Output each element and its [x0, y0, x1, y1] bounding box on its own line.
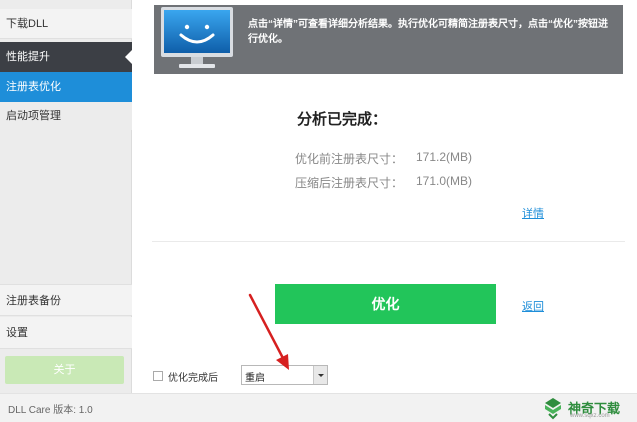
watermark-url: www.sqxz.com	[570, 413, 610, 419]
banner-message: 点击“详情”可查看详细分析结果。执行优化可精简注册表尺寸，点击“优化”按钮进行优…	[248, 19, 608, 45]
sidebar-item-label: 注册表备份	[6, 295, 61, 307]
sidebar-item-label: 设置	[6, 327, 28, 339]
red-annotation-arrow-icon	[248, 293, 289, 370]
info-banner: 点击“详情”可查看详细分析结果。执行优化可精简注册表尺寸，点击“优化”按钮进行优…	[154, 5, 623, 74]
watermark-logo-icon	[545, 398, 561, 420]
sidebar-item-registry-backup[interactable]: 注册表备份	[0, 284, 132, 316]
divider	[152, 241, 625, 242]
result-title: 分析已完成：	[297, 111, 388, 128]
sidebar-item-registry-optimize[interactable]: 注册表优化	[0, 72, 132, 102]
sidebar-item-label: 启动项管理	[6, 110, 61, 122]
pointer-arrow-icon	[125, 50, 132, 64]
after-optimize-checkbox[interactable]	[153, 371, 163, 381]
sidebar-item-startup-manager[interactable]: 启动项管理	[0, 102, 132, 130]
status-bar: DLL Care 版本: 1.0 神奇下载 www.sqxz.com	[0, 393, 637, 422]
sidebar-section-performance[interactable]: 性能提升	[0, 42, 132, 72]
checkbox-label: 优化完成后	[168, 373, 218, 384]
optimize-button[interactable]: 优化	[275, 284, 496, 324]
before-size-label: 优化前注册表尺寸：	[295, 152, 404, 166]
chevron-down-icon[interactable]	[313, 366, 327, 384]
about-button[interactable]: 关于	[5, 356, 124, 384]
after-size-label: 压缩后注册表尺寸：	[295, 176, 404, 190]
sidebar: 下载DLL 性能提升 注册表优化 启动项管理 注册表备份 设置 关于	[0, 0, 132, 393]
smiley-monitor-icon	[161, 7, 233, 68]
sidebar-item-label: 注册表优化	[6, 81, 61, 93]
version-label: DLL Care 版本: 1.0	[8, 405, 93, 416]
details-link[interactable]: 详情	[522, 205, 544, 221]
before-size-value: 171.2(MB)	[416, 150, 473, 164]
sidebar-item-settings[interactable]: 设置	[0, 317, 132, 349]
after-size-value: 171.0(MB)	[416, 174, 473, 188]
sidebar-item-download-dll[interactable]: 下载DLL	[0, 9, 132, 39]
back-link[interactable]: 返回	[522, 298, 544, 314]
sidebar-section-label: 性能提升	[6, 51, 50, 63]
sidebar-item-label: 下载DLL	[6, 18, 49, 30]
